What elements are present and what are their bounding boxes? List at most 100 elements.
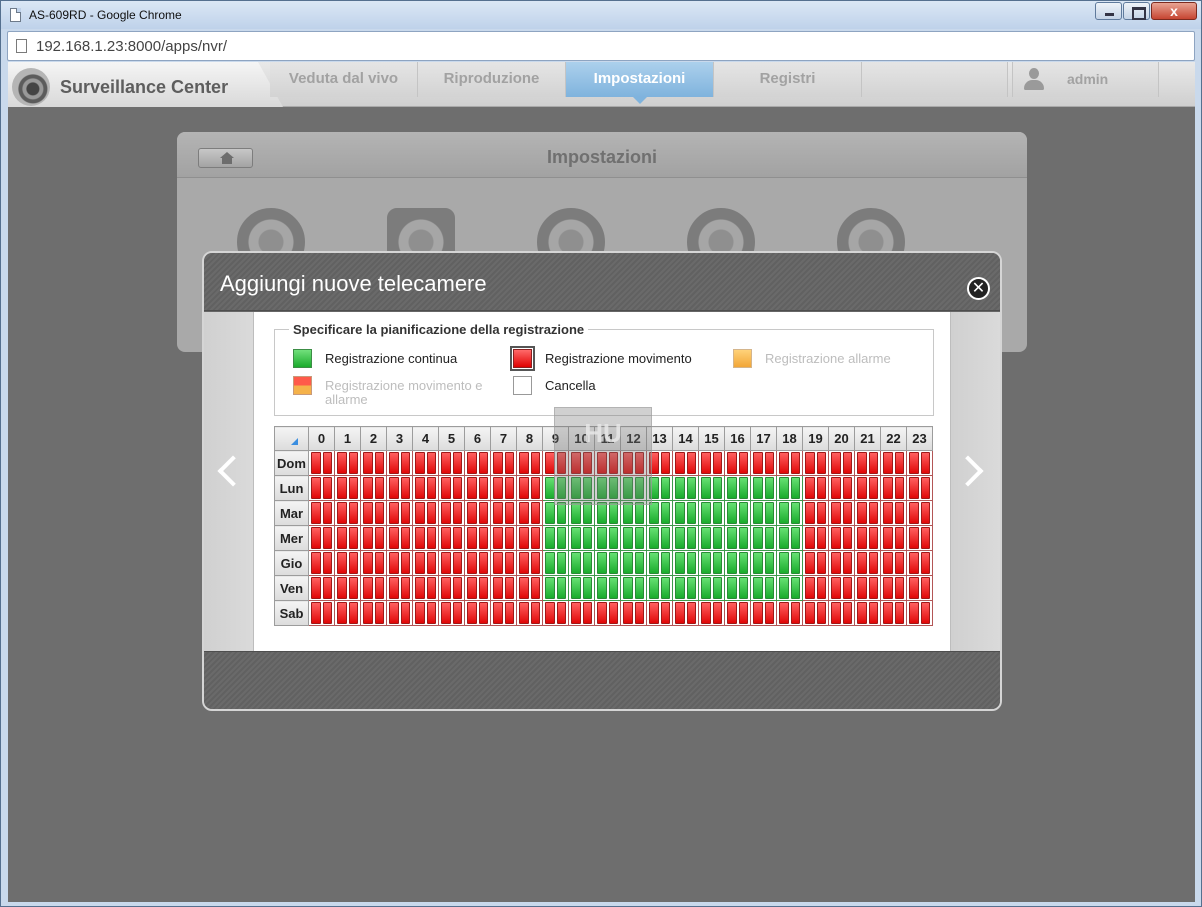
half-hour-slot[interactable] xyxy=(530,452,540,474)
schedule-cell-motion[interactable] xyxy=(776,600,803,626)
schedule-cell-motion[interactable] xyxy=(516,525,543,551)
half-hour-slot[interactable] xyxy=(920,502,930,524)
half-hour-slot[interactable] xyxy=(322,502,332,524)
half-hour-slot[interactable] xyxy=(779,502,789,524)
half-hour-slot[interactable] xyxy=(920,527,930,549)
schedule-cell-motion[interactable] xyxy=(412,550,439,576)
schedule-cell-motion[interactable] xyxy=(854,600,881,626)
schedule-cell-motion[interactable] xyxy=(438,475,465,501)
half-hour-slot[interactable] xyxy=(805,577,815,599)
half-hour-slot[interactable] xyxy=(545,502,555,524)
half-hour-slot[interactable] xyxy=(530,602,540,624)
half-hour-slot[interactable] xyxy=(426,527,436,549)
half-hour-slot[interactable] xyxy=(441,552,451,574)
half-hour-slot[interactable] xyxy=(519,502,529,524)
half-hour-slot[interactable] xyxy=(608,502,618,524)
schedule-cell-continuous[interactable] xyxy=(698,475,725,501)
half-hour-slot[interactable] xyxy=(727,477,737,499)
hour-header[interactable]: 19 xyxy=(802,426,829,451)
half-hour-slot[interactable] xyxy=(389,552,399,574)
schedule-cell-continuous[interactable] xyxy=(750,500,777,526)
half-hour-slot[interactable] xyxy=(363,452,373,474)
half-hour-slot[interactable] xyxy=(660,527,670,549)
schedule-cell-continuous[interactable] xyxy=(750,575,777,601)
half-hour-slot[interactable] xyxy=(337,477,347,499)
legend-continuous[interactable]: Registrazione continua xyxy=(293,349,457,368)
half-hour-slot[interactable] xyxy=(337,452,347,474)
half-hour-slot[interactable] xyxy=(738,602,748,624)
schedule-cell-motion[interactable] xyxy=(802,450,829,476)
half-hour-slot[interactable] xyxy=(519,452,529,474)
half-hour-slot[interactable] xyxy=(857,577,867,599)
half-hour-slot[interactable] xyxy=(816,452,826,474)
half-hour-slot[interactable] xyxy=(712,552,722,574)
schedule-cell-motion[interactable] xyxy=(334,525,361,551)
half-hour-slot[interactable] xyxy=(712,577,722,599)
half-hour-slot[interactable] xyxy=(493,502,503,524)
half-hour-slot[interactable] xyxy=(816,527,826,549)
schedule-cell-continuous[interactable] xyxy=(776,500,803,526)
half-hour-slot[interactable] xyxy=(764,477,774,499)
schedule-cell-continuous[interactable] xyxy=(672,575,699,601)
schedule-cell-motion[interactable] xyxy=(360,450,387,476)
half-hour-slot[interactable] xyxy=(311,477,321,499)
schedule-cell-continuous[interactable] xyxy=(750,550,777,576)
half-hour-slot[interactable] xyxy=(816,577,826,599)
half-hour-slot[interactable] xyxy=(582,502,592,524)
half-hour-slot[interactable] xyxy=(493,552,503,574)
half-hour-slot[interactable] xyxy=(868,452,878,474)
half-hour-slot[interactable] xyxy=(623,552,633,574)
half-hour-slot[interactable] xyxy=(478,502,488,524)
schedule-cell-motion[interactable] xyxy=(854,525,881,551)
schedule-cell-motion[interactable] xyxy=(542,600,569,626)
schedule-cell-motion[interactable] xyxy=(802,500,829,526)
schedule-cell-motion[interactable] xyxy=(594,600,621,626)
schedule-cell-continuous[interactable] xyxy=(594,550,621,576)
schedule-cell-motion[interactable] xyxy=(464,450,491,476)
half-hour-slot[interactable] xyxy=(322,602,332,624)
schedule-cell-continuous[interactable] xyxy=(776,525,803,551)
schedule-cell-continuous[interactable] xyxy=(724,575,751,601)
hour-header[interactable]: 22 xyxy=(880,426,907,451)
hour-header[interactable]: 17 xyxy=(750,426,777,451)
schedule-cell-motion[interactable] xyxy=(880,450,907,476)
half-hour-slot[interactable] xyxy=(634,527,644,549)
schedule-cell-motion[interactable] xyxy=(386,450,413,476)
half-hour-slot[interactable] xyxy=(556,527,566,549)
half-hour-slot[interactable] xyxy=(348,552,358,574)
half-hour-slot[interactable] xyxy=(322,577,332,599)
half-hour-slot[interactable] xyxy=(831,552,841,574)
half-hour-slot[interactable] xyxy=(920,477,930,499)
half-hour-slot[interactable] xyxy=(337,552,347,574)
hour-header[interactable]: 4 xyxy=(412,426,439,451)
schedule-cell-motion[interactable] xyxy=(880,600,907,626)
half-hour-slot[interactable] xyxy=(571,602,581,624)
half-hour-slot[interactable] xyxy=(857,452,867,474)
half-hour-slot[interactable] xyxy=(764,602,774,624)
half-hour-slot[interactable] xyxy=(660,477,670,499)
schedule-cell-motion[interactable] xyxy=(464,475,491,501)
half-hour-slot[interactable] xyxy=(686,552,696,574)
half-hour-slot[interactable] xyxy=(779,577,789,599)
half-hour-slot[interactable] xyxy=(675,552,685,574)
half-hour-slot[interactable] xyxy=(764,502,774,524)
half-hour-slot[interactable] xyxy=(545,552,555,574)
schedule-cell-motion[interactable] xyxy=(490,525,517,551)
half-hour-slot[interactable] xyxy=(556,602,566,624)
schedule-cell-motion[interactable] xyxy=(698,450,725,476)
motion-swatch[interactable] xyxy=(510,346,535,371)
half-hour-slot[interactable] xyxy=(738,527,748,549)
half-hour-slot[interactable] xyxy=(556,577,566,599)
half-hour-slot[interactable] xyxy=(374,552,384,574)
half-hour-slot[interactable] xyxy=(597,527,607,549)
half-hour-slot[interactable] xyxy=(894,527,904,549)
half-hour-slot[interactable] xyxy=(649,502,659,524)
half-hour-slot[interactable] xyxy=(519,577,529,599)
schedule-cell-motion[interactable] xyxy=(308,600,335,626)
schedule-cell-continuous[interactable] xyxy=(672,475,699,501)
half-hour-slot[interactable] xyxy=(816,502,826,524)
half-hour-slot[interactable] xyxy=(701,527,711,549)
schedule-cell-continuous[interactable] xyxy=(568,525,595,551)
half-hour-slot[interactable] xyxy=(894,477,904,499)
schedule-cell-motion[interactable] xyxy=(490,475,517,501)
